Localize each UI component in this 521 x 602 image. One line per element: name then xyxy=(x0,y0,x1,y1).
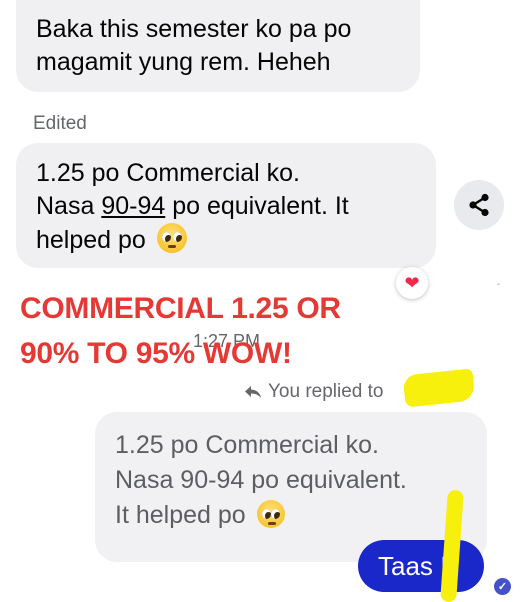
overlay-caption-line2: 90% TO 95% WOW! xyxy=(20,337,292,370)
replied-to-text: You replied to xyxy=(268,381,384,402)
message-bubble-incoming[interactable]: Baka this semester ko pa po magamit yung… xyxy=(16,0,420,92)
message-text-line: 1.25 po Commercial ko. xyxy=(36,159,301,187)
heart-reaction[interactable]: ❤ xyxy=(396,267,428,299)
text-prefix: Nasa xyxy=(36,192,102,220)
share-icon xyxy=(469,193,489,217)
message-text-line: Baka this semester ko pa po xyxy=(36,15,352,43)
quoted-text-line: Nasa 90-94 po equivalent. xyxy=(115,466,407,494)
phone-link[interactable]: 90-94 xyxy=(101,192,165,220)
seen-check-icon: ✓ xyxy=(494,578,511,595)
redaction-highlight xyxy=(402,368,476,408)
edited-label: Edited xyxy=(33,113,87,134)
heart-icon: ❤ xyxy=(404,272,420,293)
overlay-caption-line1: COMMERCIAL 1.25 OR xyxy=(20,292,341,325)
message-bubble-outgoing[interactable]: Taas !! xyxy=(358,540,484,592)
quoted-text-line: It helped po xyxy=(115,498,467,533)
message-text-line: helped po xyxy=(36,223,416,257)
message-bubble-incoming-edited[interactable]: 1.25 po Commercial ko. Nasa 90-94 po equ… xyxy=(16,143,436,268)
share-button[interactable] xyxy=(454,180,504,230)
pleading-face-icon xyxy=(156,223,187,253)
pleading-face-icon xyxy=(256,500,285,528)
quoted-text-line3: It helped po xyxy=(115,501,246,529)
text-suffix: po equivalent. It xyxy=(165,192,349,220)
text-line3: helped po xyxy=(36,226,146,254)
message-text-line: magamit yung rem. Heheh xyxy=(36,48,331,76)
reply-arrow-icon xyxy=(245,386,261,398)
tiny-mark: ᵒᵒ xyxy=(497,282,501,287)
quoted-text-line: 1.25 po Commercial ko. xyxy=(115,431,380,459)
message-text-line: Nasa 90-94 po equivalent. It xyxy=(36,190,416,223)
replied-to-label: You replied to xyxy=(244,381,384,403)
